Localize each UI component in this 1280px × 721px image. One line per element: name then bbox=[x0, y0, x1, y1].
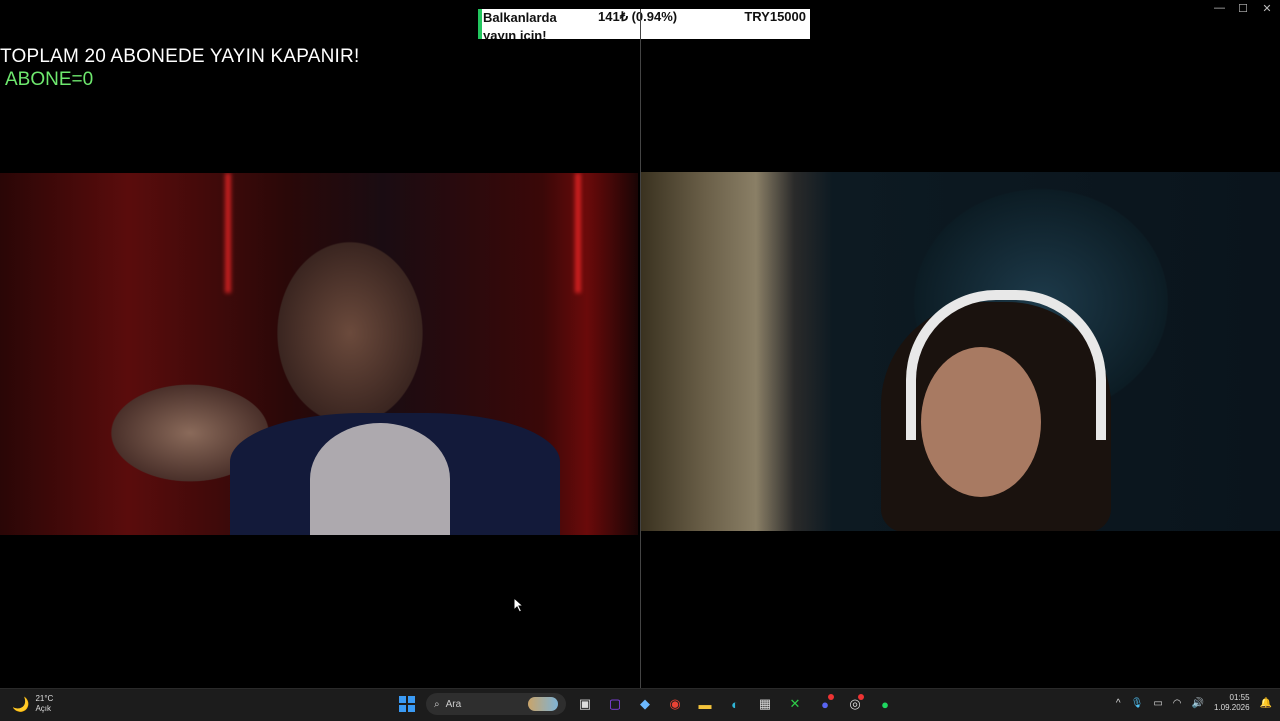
xbox-button[interactable]: ✕ bbox=[784, 693, 806, 715]
notification-bell-icon[interactable]: 🔔 bbox=[1260, 698, 1272, 709]
maximize-button[interactable]: ☐ bbox=[1238, 2, 1248, 15]
window-controls: — ☐ ✕ bbox=[1214, 2, 1272, 15]
edge-icon: ◐ bbox=[731, 696, 739, 712]
task-view-button[interactable]: ▣ bbox=[574, 693, 596, 715]
store-icon: ▦ bbox=[758, 696, 772, 711]
goal-name-line1: Balkanlarda bbox=[483, 10, 557, 25]
spotify-button[interactable]: ● bbox=[874, 693, 896, 715]
clock[interactable]: 01:55 1.09.2026 bbox=[1214, 693, 1250, 713]
obs-icon: ◎ bbox=[849, 696, 861, 711]
weather-widget[interactable]: 🌙 21°C Açık bbox=[12, 694, 53, 714]
system-tray: ^ 🎙 ▭ ◠ 🔊 01:55 1.09.2026 🔔 bbox=[1116, 693, 1272, 713]
folder-icon: ▬ bbox=[698, 696, 712, 712]
search-icon: ⌕ bbox=[434, 698, 440, 710]
start-button[interactable] bbox=[396, 693, 418, 715]
clock-date: 1.09.2026 bbox=[1213, 703, 1250, 712]
goal-name: Balkanlarda yayın için! bbox=[483, 9, 573, 39]
twitch-icon: ▢ bbox=[608, 696, 622, 711]
edge-button[interactable]: ◐ bbox=[724, 693, 746, 715]
copilot-button[interactable]: ◆ bbox=[634, 693, 656, 715]
goal-progress-bar bbox=[478, 9, 482, 39]
goal-target-text: TRY15000 bbox=[744, 9, 806, 24]
person-shirt bbox=[310, 423, 450, 535]
close-button[interactable]: ✕ bbox=[1262, 2, 1272, 15]
windows-icon bbox=[399, 696, 415, 712]
spotify-icon: ● bbox=[881, 696, 889, 712]
minimize-button[interactable]: — bbox=[1214, 2, 1225, 15]
file-explorer-button[interactable]: ▬ bbox=[694, 693, 716, 715]
red-light-strip bbox=[225, 173, 231, 293]
microsoft-store-button[interactable]: ▦ bbox=[754, 693, 776, 715]
subscriber-counter: ABONE=0 bbox=[5, 69, 94, 90]
chrome-icon: ◉ bbox=[669, 696, 681, 711]
right-webcam-feed bbox=[641, 172, 1280, 531]
search-highlight-icon bbox=[528, 697, 558, 711]
weather-temp: 21°C bbox=[35, 694, 54, 703]
obs-button[interactable]: ◎ bbox=[844, 693, 866, 715]
twitch-app-button[interactable]: ▢ bbox=[604, 693, 626, 715]
weather-condition: Açık bbox=[35, 704, 51, 713]
copilot-icon: ◆ bbox=[640, 696, 650, 711]
goal-progress-text: 141₺ (0.94%) bbox=[598, 9, 678, 24]
overlay-title: TOPLAM 20 ABONEDE YAYIN KAPANIR! bbox=[0, 46, 360, 67]
moon-icon: 🌙 bbox=[12, 695, 30, 712]
donation-goal-widget: Balkanlarda yayın için! 141₺ (0.94%) TRY… bbox=[478, 9, 810, 39]
taskbar: 🌙 21°C Açık ⌕ Ara ▣ ▢ ◆ ◉ ▬ ◐ ▦ ✕ ● ◎ ● … bbox=[0, 688, 1280, 721]
left-webcam-feed bbox=[0, 173, 638, 535]
xbox-icon: ✕ bbox=[789, 696, 801, 711]
wifi-icon[interactable]: ◠ bbox=[1173, 698, 1182, 709]
volume-icon[interactable]: 🔊 bbox=[1192, 698, 1204, 709]
headset bbox=[906, 290, 1106, 440]
discord-button[interactable]: ● bbox=[814, 693, 836, 715]
search-box[interactable]: ⌕ Ara bbox=[426, 693, 566, 715]
chrome-button[interactable]: ◉ bbox=[664, 693, 686, 715]
clock-time: 01:55 bbox=[1229, 693, 1250, 702]
microphone-icon[interactable]: 🎙 bbox=[1131, 698, 1144, 709]
discord-icon: ● bbox=[821, 696, 829, 712]
goal-name-line2: yayın için! bbox=[483, 28, 547, 39]
red-light-strip bbox=[575, 173, 581, 293]
search-placeholder: Ara bbox=[445, 698, 462, 710]
network-icon[interactable]: ▭ bbox=[1153, 698, 1162, 709]
task-view-icon: ▣ bbox=[578, 696, 592, 711]
taskbar-apps: ⌕ Ara ▣ ▢ ◆ ◉ ▬ ◐ ▦ ✕ ● ◎ ● bbox=[396, 693, 896, 715]
tray-overflow-chevron[interactable]: ^ bbox=[1116, 698, 1121, 709]
